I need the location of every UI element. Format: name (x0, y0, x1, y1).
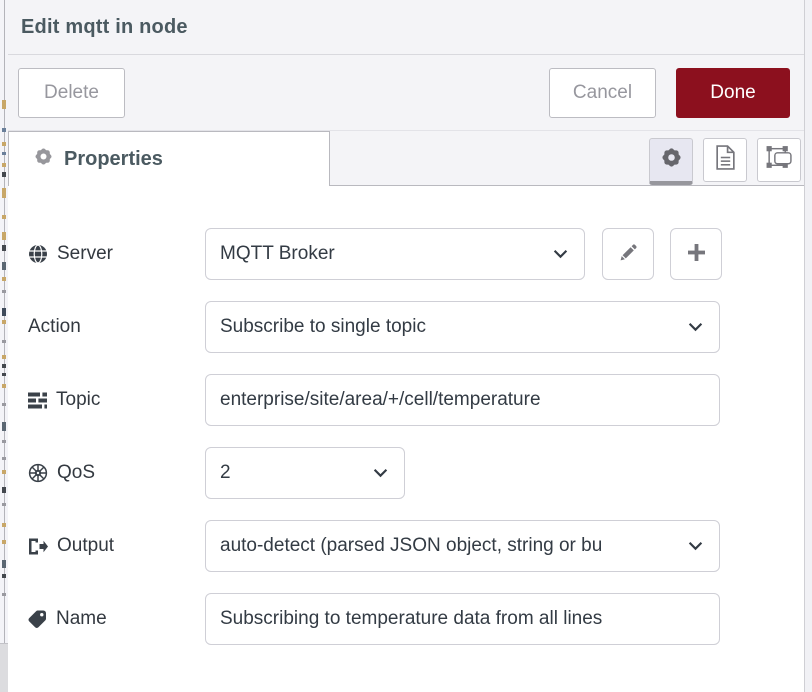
workspace-edge (0, 0, 8, 692)
output-select-value: auto-detect (parsed JSON object, string … (220, 535, 680, 557)
server-label-text: Server (57, 243, 113, 265)
tab-properties-label: Properties (64, 148, 163, 171)
chevron-down-icon (373, 468, 388, 478)
workspace-edge-tick (2, 487, 6, 493)
tab-appearance-icon-button[interactable] (757, 138, 801, 182)
cancel-button[interactable]: Cancel (549, 68, 656, 118)
plus-icon (687, 243, 706, 265)
scrollbar-gutter (804, 0, 812, 692)
document-icon (715, 145, 736, 175)
workspace-edge-tick (2, 373, 6, 376)
workspace-edge-tick (2, 188, 6, 198)
workspace-edge-tick (2, 277, 6, 281)
appearance-icon (765, 144, 793, 176)
workspace-edge-tick (2, 128, 6, 132)
qos-select[interactable]: 2 (205, 447, 405, 499)
tray-header: Edit mqtt in node (8, 0, 804, 55)
server-select[interactable]: MQTT Broker (205, 228, 585, 280)
workspace-edge-tick (2, 574, 6, 578)
workspace-edge-tick (2, 523, 6, 527)
sign-out-icon (28, 538, 48, 555)
workspace-edge-tick (2, 142, 6, 146)
workspace-edge-tick (2, 152, 6, 155)
name-input[interactable] (205, 593, 720, 645)
name-label-text: Name (56, 608, 107, 630)
form-row-output: Output auto-detect (parsed JSON object, … (28, 520, 804, 572)
empire-icon (28, 463, 48, 483)
form-row-name: Name (28, 593, 804, 645)
action-label-text: Action (28, 316, 81, 338)
workspace-edge-tick (2, 340, 6, 343)
output-select[interactable]: auto-detect (parsed JSON object, string … (205, 520, 720, 572)
workspace-edge-tick (2, 232, 6, 240)
workspace-edge-tick (2, 384, 6, 388)
workspace-edge-tick (2, 540, 6, 544)
form-row-action: Action Subscribe to single topic (28, 301, 804, 353)
editor-tab-bar: Properties (8, 131, 804, 186)
workspace-edge-tick (2, 470, 6, 474)
workspace-edge-tick (2, 320, 6, 324)
toolbar-right-group: Cancel Done (549, 68, 790, 118)
delete-button[interactable]: Delete (18, 68, 125, 118)
form-row-topic: Topic (28, 374, 804, 426)
workspace-edge-tick (2, 262, 6, 270)
workspace-edge-tick (2, 403, 6, 406)
tasks-icon (28, 392, 47, 409)
workspace-edge-tick (2, 422, 6, 431)
workspace-edge-tick (2, 215, 6, 219)
server-label: Server (28, 243, 205, 265)
tab-properties-icon-button[interactable] (649, 138, 693, 185)
workspace-edge-tick (2, 440, 6, 443)
action-label: Action (28, 316, 205, 338)
chevron-down-icon (688, 322, 703, 332)
workspace-edge-tick (2, 308, 6, 316)
workspace-edge-tick (2, 163, 6, 167)
workspace-edge-tick (2, 457, 6, 460)
add-server-button[interactable] (670, 228, 722, 280)
topic-input[interactable] (205, 374, 720, 426)
qos-label-text: QoS (57, 462, 95, 484)
tray-toolbar: Delete Cancel Done (8, 55, 804, 131)
globe-icon (28, 244, 48, 264)
action-select[interactable]: Subscribe to single topic (205, 301, 720, 353)
tab-description-icon-button[interactable] (703, 138, 747, 182)
action-select-value: Subscribe to single topic (220, 316, 680, 338)
tab-properties[interactable]: Properties (8, 131, 330, 186)
form-row-qos: QoS 2 (28, 447, 804, 499)
chevron-down-icon (688, 541, 703, 551)
name-label: Name (28, 608, 205, 630)
gear-icon (660, 146, 683, 174)
workspace-edge-footer (0, 643, 8, 692)
workspace-edge-tick (2, 245, 6, 251)
dialog-title: Edit mqtt in node (21, 16, 188, 39)
qos-label: QoS (28, 462, 205, 484)
qos-select-value: 2 (220, 462, 365, 484)
edit-server-button[interactable] (602, 228, 654, 280)
topic-label-text: Topic (56, 389, 100, 411)
workspace-edge-tick (2, 290, 6, 293)
workspace-edge-tick (2, 172, 6, 177)
form-row-server: Server MQTT Broker (28, 228, 804, 280)
done-button[interactable]: Done (676, 68, 790, 118)
output-label: Output (28, 535, 205, 557)
workspace-edge-tick (2, 503, 6, 506)
pencil-icon (618, 243, 638, 266)
topic-label: Topic (28, 389, 205, 411)
output-label-text: Output (57, 535, 114, 557)
gear-icon (33, 146, 54, 172)
workspace-edge-tick (2, 560, 6, 568)
editor-icon-tabs (649, 138, 801, 185)
chevron-down-icon (553, 249, 568, 259)
workspace-edge-tick (2, 364, 6, 368)
workspace-edge-tick (2, 355, 6, 359)
workspace-edge-tick (2, 593, 6, 596)
edit-node-tray: Edit mqtt in node Delete Cancel Done Pro… (8, 0, 804, 692)
tag-icon (28, 610, 47, 629)
workspace-edge-tick (2, 100, 6, 109)
node-properties-form: Server MQTT Broker (8, 186, 804, 645)
server-select-value: MQTT Broker (220, 243, 545, 265)
